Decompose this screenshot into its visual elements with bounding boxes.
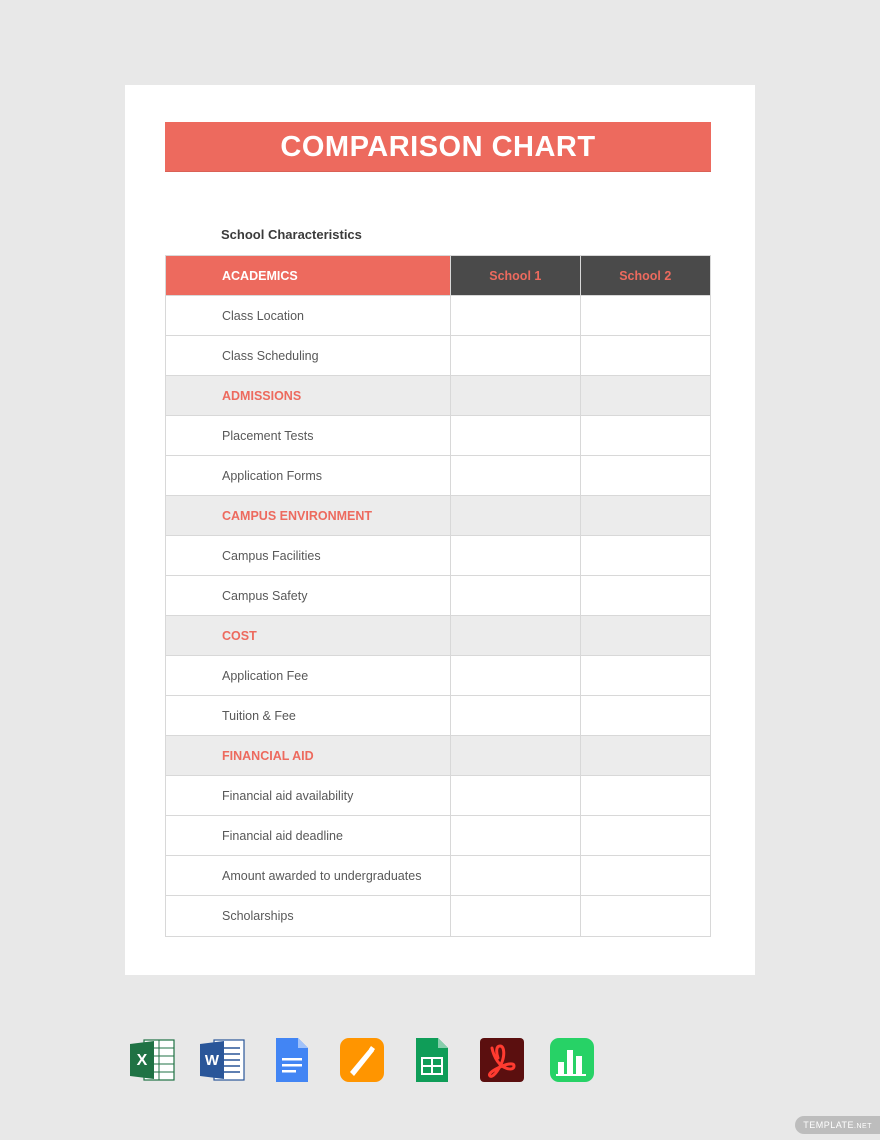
section-label: COST: [166, 616, 451, 655]
apple-numbers-icon[interactable]: [548, 1036, 596, 1084]
header-school-2: School 2: [581, 256, 710, 295]
cell-school-2: [581, 416, 710, 455]
table-header-row: ACADEMICS School 1 School 2: [166, 256, 710, 296]
row-label: Class Location: [166, 296, 451, 335]
badge-main: TEMPLATE: [803, 1120, 854, 1130]
apple-pages-icon[interactable]: [338, 1036, 386, 1084]
table-row: Tuition & Fee: [166, 696, 710, 736]
cell-school-1: [451, 576, 580, 615]
row-label: Financial aid availability: [166, 776, 451, 815]
section-cost: COST: [166, 616, 710, 656]
row-label: Financial aid deadline: [166, 816, 451, 855]
table-row: Amount awarded to undergraduates: [166, 856, 710, 896]
table-row: Scholarships: [166, 896, 710, 936]
cell-school-2: [581, 336, 710, 375]
cell-school-1: [451, 416, 580, 455]
section-label: FINANCIAL AID: [166, 736, 451, 775]
section-label: ADMISSIONS: [166, 376, 451, 415]
row-label: Placement Tests: [166, 416, 451, 455]
section-label: CAMPUS ENVIRONMENT: [166, 496, 451, 535]
subtitle: School Characteristics: [221, 227, 362, 242]
cell-school-1: [451, 816, 580, 855]
excel-icon[interactable]: X: [128, 1036, 176, 1084]
row-label: Application Fee: [166, 656, 451, 695]
cell-school-1: [451, 856, 580, 895]
cell-school-2: [581, 896, 710, 936]
svg-text:W: W: [205, 1052, 220, 1069]
table-row: Class Scheduling: [166, 336, 710, 376]
format-icons-row: X W: [128, 1036, 596, 1084]
page-title: COMPARISON CHART: [280, 131, 595, 164]
row-label: Class Scheduling: [166, 336, 451, 375]
row-label: Amount awarded to undergraduates: [166, 856, 451, 895]
comparison-table: ACADEMICS School 1 School 2 Class Locati…: [165, 255, 711, 937]
document-page: COMPARISON CHART School Characteristics …: [125, 85, 755, 975]
cell-school-2: [581, 536, 710, 575]
adobe-pdf-icon[interactable]: [478, 1036, 526, 1084]
cell-school-2: [581, 656, 710, 695]
cell-school-1: [451, 776, 580, 815]
cell-school-2: [581, 696, 710, 735]
table-row: Financial aid availability: [166, 776, 710, 816]
section-admissions: ADMISSIONS: [166, 376, 710, 416]
table-row: Class Location: [166, 296, 710, 336]
google-docs-icon[interactable]: [268, 1036, 316, 1084]
cell-school-2: [581, 776, 710, 815]
section-financial-aid: FINANCIAL AID: [166, 736, 710, 776]
cell-school-1: [451, 296, 580, 335]
row-label: Scholarships: [166, 896, 451, 936]
cell-school-1: [451, 896, 580, 936]
svg-text:X: X: [137, 1052, 148, 1069]
google-sheets-icon[interactable]: [408, 1036, 456, 1084]
template-net-badge[interactable]: TEMPLATE.NET: [795, 1116, 880, 1134]
cell-school-1: [451, 456, 580, 495]
table-row: Campus Facilities: [166, 536, 710, 576]
header-academics: ACADEMICS: [166, 256, 451, 295]
cell-school-2: [581, 296, 710, 335]
cell-school-2: [581, 856, 710, 895]
table-row: Campus Safety: [166, 576, 710, 616]
table-row: Financial aid deadline: [166, 816, 710, 856]
cell-school-2: [581, 816, 710, 855]
title-bar: COMPARISON CHART: [165, 122, 711, 172]
section-campus-environment: CAMPUS ENVIRONMENT: [166, 496, 710, 536]
table-row: Application Fee: [166, 656, 710, 696]
cell-school-2: [581, 456, 710, 495]
row-label: Application Forms: [166, 456, 451, 495]
word-icon[interactable]: W: [198, 1036, 246, 1084]
table-row: Application Forms: [166, 456, 710, 496]
row-label: Campus Facilities: [166, 536, 451, 575]
cell-school-1: [451, 696, 580, 735]
badge-sub: .NET: [854, 1123, 872, 1130]
header-school-1: School 1: [451, 256, 580, 295]
cell-school-1: [451, 536, 580, 575]
table-row: Placement Tests: [166, 416, 710, 456]
cell-school-1: [451, 656, 580, 695]
row-label: Tuition & Fee: [166, 696, 451, 735]
cell-school-2: [581, 576, 710, 615]
cell-school-1: [451, 336, 580, 375]
row-label: Campus Safety: [166, 576, 451, 615]
